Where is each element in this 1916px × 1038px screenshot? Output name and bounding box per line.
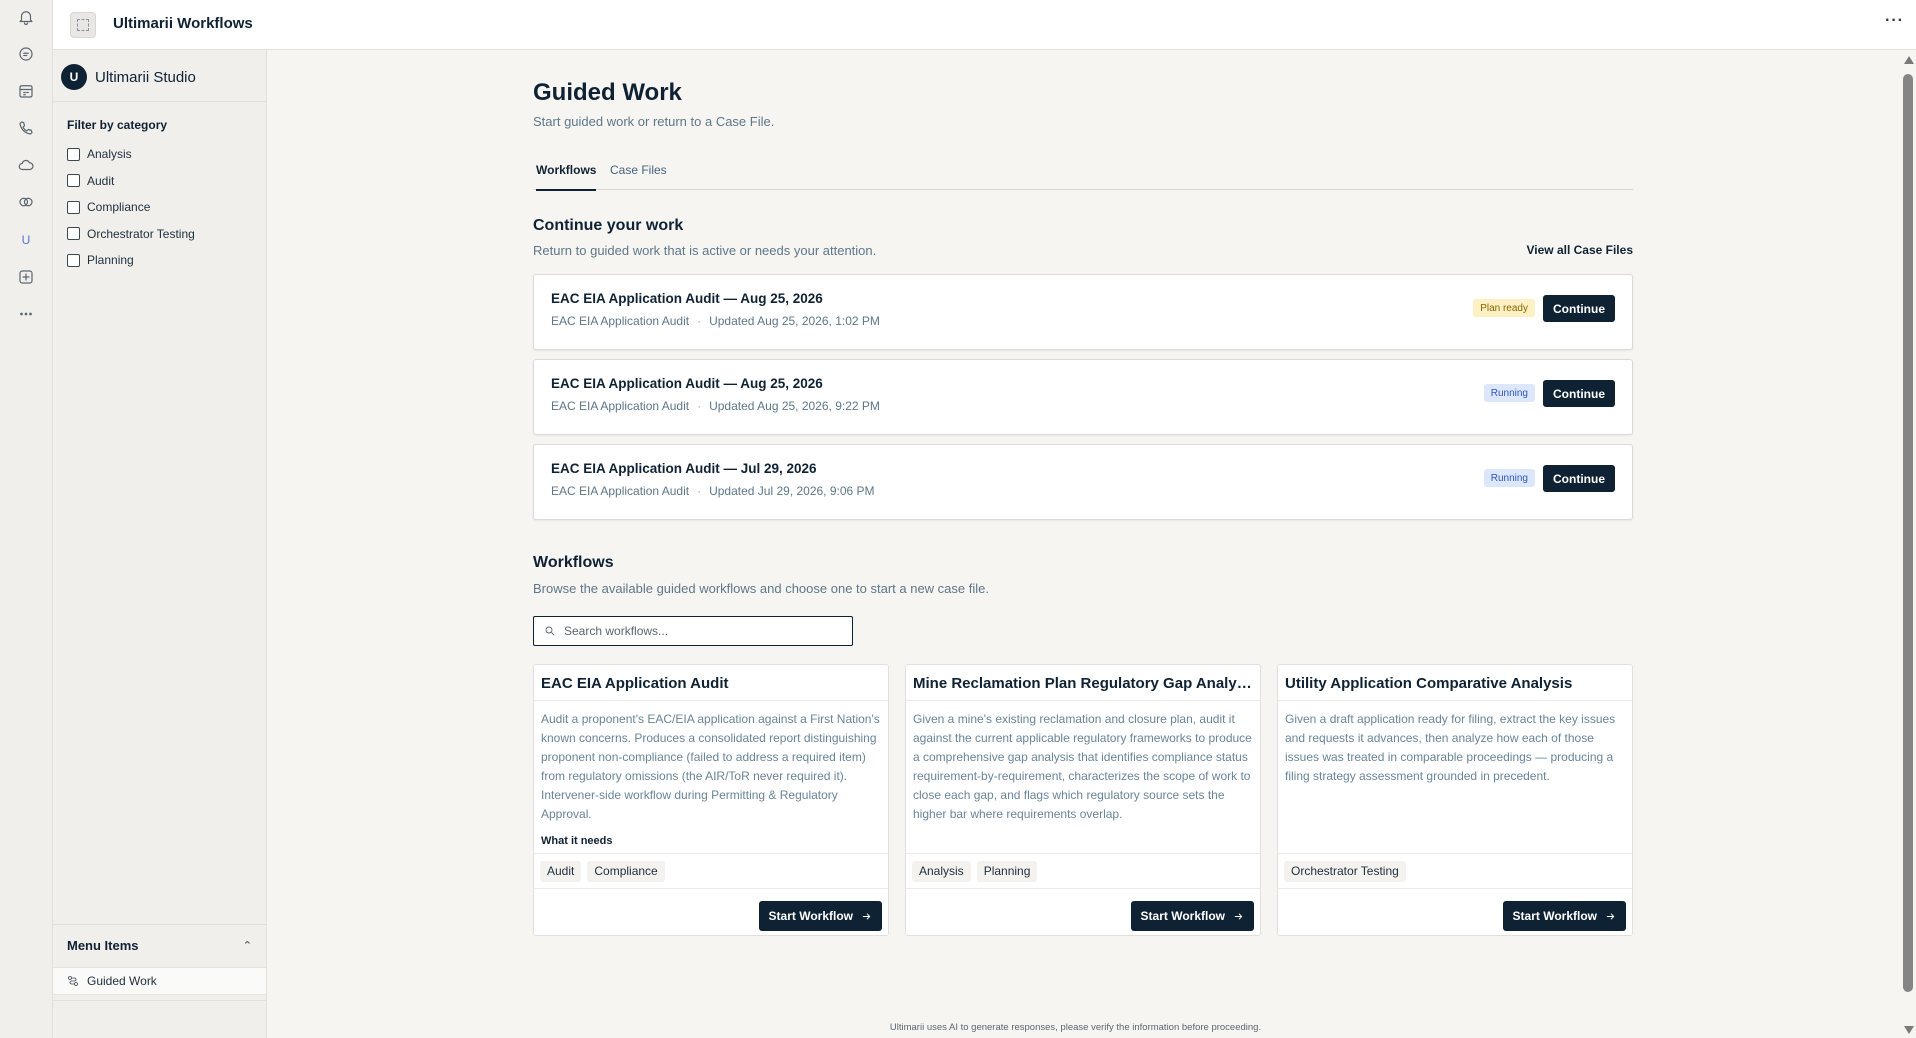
view-all-case-files-link[interactable]: View all Case Files — [1526, 243, 1633, 257]
phone-icon[interactable] — [14, 116, 38, 140]
category-filter-planning[interactable]: Planning — [67, 247, 195, 274]
workflow-title: Utility Application Comparative Analysis — [1285, 675, 1573, 692]
category-filter-analysis[interactable]: Analysis — [67, 141, 195, 168]
workflow-description: Given a mine's existing reclamation and … — [913, 712, 1252, 821]
main-content: Guided Work Start guided work or return … — [267, 50, 1916, 1038]
workflow-card: EAC EIA Application Audit Audit a propon… — [533, 664, 889, 936]
top-bar: Ultimarii Workflows ··· — [53, 0, 1916, 50]
continue-section-subtitle: Return to guided work that is active or … — [533, 243, 877, 258]
search-workflows-input[interactable] — [564, 624, 834, 638]
ultimarii-icon[interactable]: U — [14, 228, 38, 252]
tab-bar: Workflows Case Files — [533, 154, 1633, 191]
add-app-icon[interactable] — [14, 265, 38, 289]
scroll-up-icon[interactable] — [1904, 56, 1914, 64]
page-title: Guided Work — [533, 79, 682, 106]
more-icon[interactable] — [14, 302, 38, 326]
category-filter-list: Analysis Audit Compliance Orchestrator T… — [67, 141, 195, 274]
workflow-tags: Audit Compliance — [534, 853, 888, 889]
route-icon — [68, 976, 78, 986]
status-badge: Running — [1483, 384, 1535, 402]
tab-case-files[interactable]: Case Files — [610, 163, 667, 189]
category-tag: Planning — [976, 860, 1038, 882]
workflow-description: Given a draft application ready for fili… — [1285, 712, 1616, 783]
case-file-card[interactable]: EAC EIA Application Audit — Aug 25, 2026… — [533, 359, 1633, 435]
case-file-meta: EAC EIA Application Audit · Updated Jul … — [551, 484, 875, 498]
category-checkbox[interactable] — [67, 174, 80, 188]
calendar-icon[interactable] — [14, 79, 38, 103]
category-tag: Audit — [540, 860, 582, 882]
more-options-button[interactable]: ··· — [1885, 12, 1904, 30]
start-workflow-button[interactable]: Start Workflow — [1502, 901, 1626, 931]
continue-button[interactable]: Continue — [1543, 465, 1615, 492]
app-rail: U — [0, 0, 53, 1038]
category-checkbox[interactable] — [67, 147, 80, 161]
workflow-title: EAC EIA Application Audit — [541, 675, 729, 692]
sidebar-divider — [53, 101, 266, 102]
sidebar-footer — [53, 1000, 266, 1013]
menu-items-section: Menu Items ⌃ Guided Work — [53, 924, 266, 995]
case-file-title: EAC EIA Application Audit — Jul 29, 2026 — [551, 461, 817, 476]
sidebar-toggle-icon — [77, 19, 89, 31]
continue-button[interactable]: Continue — [1543, 380, 1615, 407]
category-filter-audit[interactable]: Audit — [67, 168, 195, 195]
category-tag: Orchestrator Testing — [1284, 860, 1406, 882]
start-workflow-button[interactable]: Start Workflow — [758, 901, 882, 931]
workflow-tags: Analysis Planning — [906, 853, 1260, 889]
card-divider — [1278, 700, 1632, 701]
continue-button[interactable]: Continue — [1543, 295, 1615, 322]
menu-item-guided-work[interactable]: Guided Work — [53, 967, 266, 995]
continue-section-title: Continue your work — [533, 217, 684, 234]
workflow-tags: Orchestrator Testing — [1278, 853, 1632, 889]
cloud-icon[interactable] — [14, 153, 38, 177]
arrow-right-icon — [1606, 912, 1615, 920]
card-divider — [534, 700, 888, 701]
menu-items-header[interactable]: Menu Items ⌃ — [53, 925, 266, 965]
search-icon — [545, 626, 555, 636]
bell-icon[interactable] — [14, 5, 38, 29]
card-divider — [906, 700, 1260, 701]
workflow-title: Mine Reclamation Plan Regulatory Gap Ana… — [913, 675, 1253, 692]
chat-icon[interactable] — [14, 42, 38, 66]
status-badge: Running — [1483, 469, 1535, 487]
tab-workflows[interactable]: Workflows — [536, 163, 597, 191]
category-filter-compliance[interactable]: Compliance — [67, 194, 195, 221]
filter-title: Filter by category — [67, 118, 168, 132]
brand: U Ultimarii Studio — [61, 64, 196, 90]
category-filter-orchestrator-testing[interactable]: Orchestrator Testing — [67, 221, 195, 248]
category-tag: Analysis — [912, 860, 971, 882]
start-workflow-button[interactable]: Start Workflow — [1130, 901, 1254, 931]
category-checkbox[interactable] — [67, 227, 80, 241]
category-tag: Compliance — [587, 860, 665, 882]
workflows-section-title: Workflows — [533, 554, 614, 571]
workflows-section-subtitle: Browse the available guided workflows an… — [533, 581, 989, 596]
case-file-meta: EAC EIA Application Audit · Updated Aug … — [551, 399, 880, 413]
case-file-title: EAC EIA Application Audit — Aug 25, 2026 — [551, 376, 823, 391]
case-file-card[interactable]: EAC EIA Application Audit — Jul 29, 2026… — [533, 444, 1633, 520]
case-file-title: EAC EIA Application Audit — Aug 25, 2026 — [551, 291, 823, 306]
ai-disclaimer: Ultimarii uses AI to generate responses,… — [889, 1022, 1262, 1033]
status-badge: Plan ready — [1473, 299, 1535, 317]
workflow-needs-heading: What it needs — [541, 835, 613, 847]
workflow-card: Utility Application Comparative Analysis… — [1277, 664, 1633, 936]
case-file-meta: EAC EIA Application Audit · Updated Aug … — [551, 314, 880, 328]
category-checkbox[interactable] — [67, 200, 80, 214]
app-title: Ultimarii Workflows — [113, 15, 253, 32]
category-checkbox[interactable] — [67, 253, 80, 267]
scroll-down-icon[interactable] — [1904, 1026, 1914, 1034]
sidebar: U Ultimarii Studio Filter by category An… — [53, 50, 267, 1038]
brand-logo: U — [61, 64, 87, 90]
brand-name: Ultimarii Studio — [95, 68, 196, 86]
sidebar-toggle-button[interactable] — [70, 12, 96, 38]
chevron-up-icon: ⌃ — [242, 939, 252, 952]
search-workflows-box[interactable] — [533, 616, 853, 646]
workflow-card: Mine Reclamation Plan Regulatory Gap Ana… — [905, 664, 1261, 936]
copilot-icon[interactable] — [14, 190, 38, 214]
scroll-thumb[interactable] — [1903, 74, 1913, 992]
arrow-right-icon — [862, 912, 871, 920]
arrow-right-icon — [1234, 912, 1243, 920]
page-subtitle: Start guided work or return to a Case Fi… — [533, 114, 775, 129]
workflow-description: Audit a proponent's EAC/EIA application … — [541, 712, 880, 821]
vertical-scrollbar[interactable] — [1901, 50, 1916, 1038]
case-file-card[interactable]: EAC EIA Application Audit — Aug 25, 2026… — [533, 274, 1633, 350]
